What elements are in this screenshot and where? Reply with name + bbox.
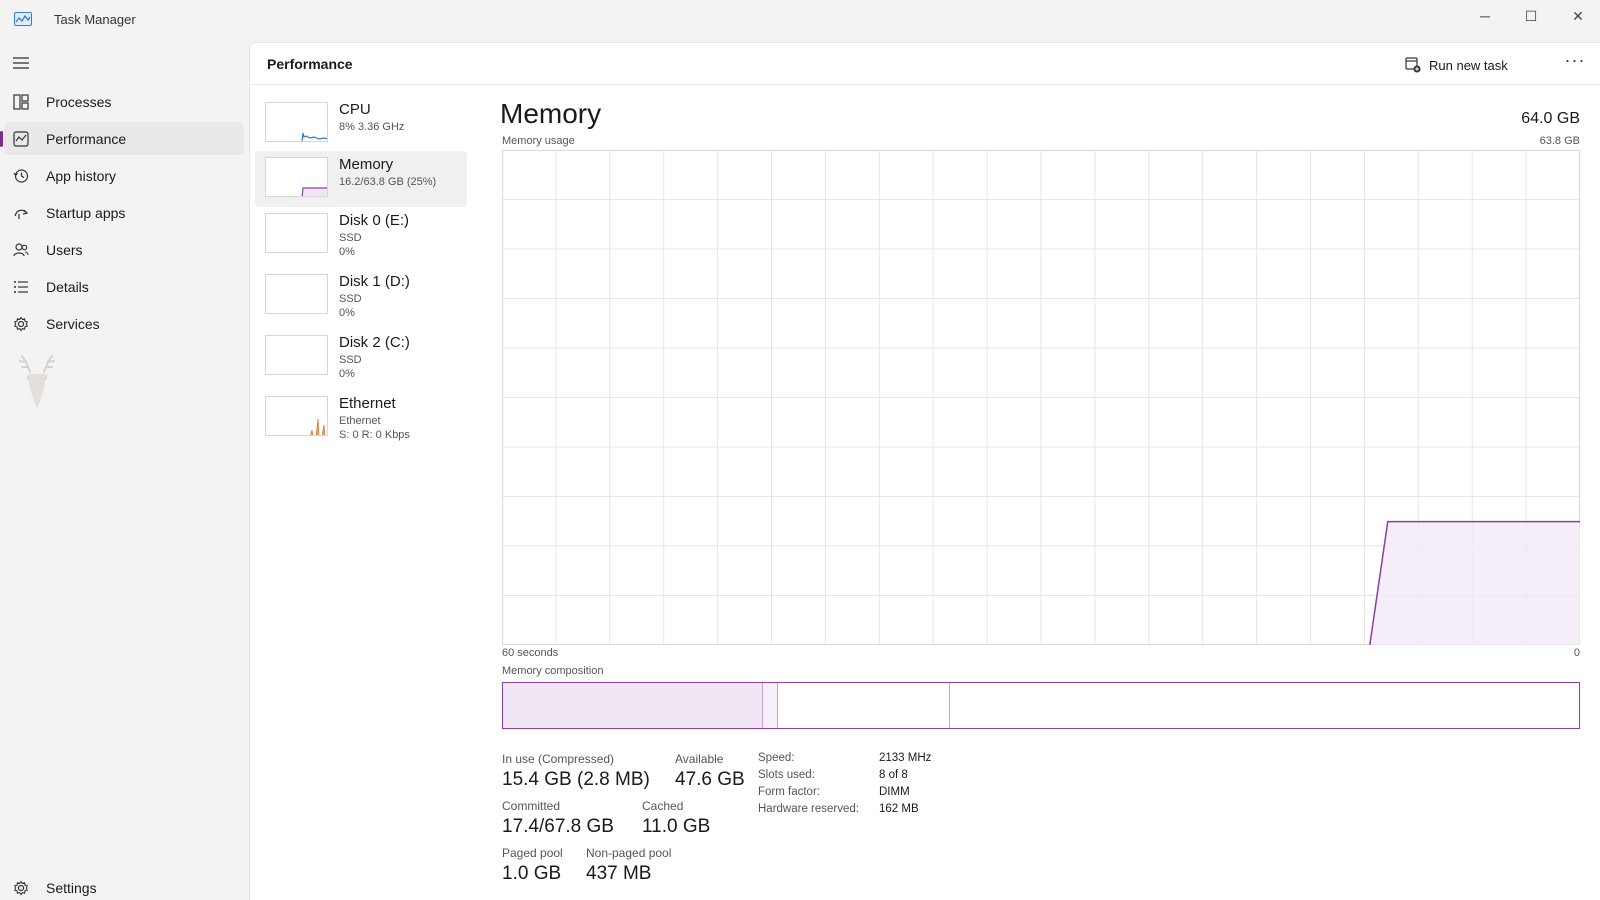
window-title: Task Manager — [54, 12, 136, 27]
committed-label: Committed — [502, 799, 561, 813]
nav-label-processes: Processes — [46, 93, 112, 110]
memory-usage-area — [1369, 521, 1580, 645]
device-detail: Ethernet — [339, 415, 381, 427]
memory-usage-label: Memory usage — [502, 135, 575, 147]
details-icon — [12, 278, 30, 296]
device-name: Disk 1 (D:) — [339, 273, 410, 290]
non-paged-pool-value: 437 MB — [586, 863, 652, 884]
composition-standby-segment — [778, 683, 950, 728]
in-use-value: 15.4 GB (2.8 MB) — [502, 769, 650, 790]
nav-label-users: Users — [46, 241, 83, 258]
nav-label-services: Services — [46, 315, 100, 332]
memory-title: Memory — [500, 98, 602, 129]
close-button[interactable]: ✕ — [1555, 0, 1600, 32]
nav-label-settings: Settings — [46, 879, 97, 896]
title-bar: Task Manager ─ ☐ ✕ — [0, 0, 1600, 40]
cpu-thumbnail-graph — [265, 102, 328, 142]
spec-speed-value: 2133 MHz — [879, 752, 932, 764]
device-detail: SSD — [339, 293, 362, 305]
nav-item-details[interactable]: Details — [4, 270, 244, 303]
processes-icon — [12, 93, 30, 111]
nav-label-startup-apps: Startup apps — [46, 204, 126, 221]
services-icon — [12, 315, 30, 333]
spec-form-factor-label: Form factor: — [758, 786, 820, 798]
device-detail: 8% 3.36 GHz — [339, 121, 405, 133]
device-name: CPU — [339, 101, 371, 118]
device-detail: SSD — [339, 354, 362, 366]
deer-logo-icon — [19, 355, 55, 408]
ethernet-thumbnail-graph — [265, 396, 328, 436]
cached-label: Cached — [642, 799, 684, 813]
x-axis-start-label: 60 seconds — [502, 647, 559, 659]
memory-composition-label: Memory composition — [502, 665, 604, 677]
nav-item-processes[interactable]: Processes — [4, 85, 244, 118]
committed-value: 17.4/67.8 GB — [502, 816, 614, 837]
composition-in-use-segment — [503, 683, 764, 728]
task-manager-icon — [14, 12, 32, 26]
device-detail: 0% — [339, 246, 355, 258]
x-axis-end-label: 0 — [1573, 647, 1580, 659]
nav-item-users[interactable]: Users — [4, 233, 244, 266]
device-detail: 16.2/63.8 GB (25%) — [339, 176, 437, 188]
run-new-task-label: Run new task — [1429, 57, 1508, 73]
paged-pool-value: 1.0 GB — [502, 863, 562, 884]
spec-hw-reserved-value: 162 MB — [879, 803, 919, 815]
page-header: Performance Run new task ··· — [250, 43, 1600, 85]
spec-slots-value: 8 of 8 — [879, 769, 908, 781]
more-options-button[interactable]: ··· — [1563, 51, 1587, 75]
device-item-disk-0[interactable]: Disk 0 (E:) SSD 0% — [255, 207, 467, 263]
memory-usage-chart — [502, 150, 1580, 645]
run-task-icon — [1405, 57, 1421, 73]
paged-pool-label: Paged pool — [502, 846, 563, 860]
spec-slots-label: Slots used: — [758, 769, 815, 781]
maximize-button[interactable]: ☐ — [1508, 0, 1554, 32]
users-icon — [12, 241, 30, 259]
disk-2-thumbnail-graph — [265, 335, 328, 375]
in-use-label: In use (Compressed) — [502, 752, 615, 766]
device-item-ethernet[interactable]: Ethernet Ethernet S: 0 R: 0 Kbps — [255, 390, 467, 446]
spec-hw-reserved-label: Hardware reserved: — [758, 803, 859, 815]
device-item-memory[interactable]: Memory 16.2/63.8 GB (25%) — [255, 151, 467, 207]
available-label: Available — [675, 752, 724, 766]
nav-item-performance[interactable]: Performance — [0, 122, 244, 155]
memory-total: 64.0 GB — [1521, 110, 1580, 127]
non-paged-pool-label: Non-paged pool — [586, 846, 672, 860]
device-name: Memory — [339, 156, 394, 173]
device-name: Ethernet — [339, 395, 396, 412]
composition-modified-segment — [763, 683, 779, 728]
minimize-button[interactable]: ─ — [1462, 0, 1508, 32]
nav-label-performance: Performance — [46, 130, 127, 147]
device-detail: 0% — [339, 307, 355, 319]
nav-item-app-history[interactable]: App history — [4, 159, 244, 192]
memory-usage-max: 63.8 GB — [1539, 135, 1580, 147]
nav-label-details: Details — [46, 278, 89, 295]
cached-value: 11.0 GB — [642, 816, 711, 837]
nav-item-services[interactable]: Services — [4, 307, 244, 340]
nav-label-app-history: App history — [46, 167, 117, 184]
nav-item-startup-apps[interactable]: Startup apps — [4, 196, 244, 229]
page-title: Performance — [267, 56, 353, 72]
spec-form-factor-value: DIMM — [879, 786, 910, 798]
settings-gear-icon — [12, 879, 30, 897]
device-name: Disk 2 (C:) — [339, 334, 410, 351]
spec-speed-label: Speed: — [758, 752, 795, 764]
disk-0-thumbnail-graph — [265, 213, 328, 253]
device-item-cpu[interactable]: CPU 8% 3.36 GHz — [255, 96, 467, 152]
device-name: Disk 0 (E:) — [339, 212, 410, 229]
device-item-disk-2[interactable]: Disk 2 (C:) SSD 0% — [255, 329, 467, 385]
startup-icon — [12, 204, 30, 222]
device-detail: S: 0 R: 0 Kbps — [339, 429, 410, 441]
nav-item-settings[interactable]: Settings — [4, 871, 244, 900]
device-detail: SSD — [339, 232, 362, 244]
available-value: 47.6 GB — [675, 769, 745, 790]
performance-icon — [12, 130, 30, 148]
hamburger-menu-icon[interactable] — [12, 55, 30, 71]
run-new-task-button[interactable]: Run new task — [1405, 54, 1508, 76]
device-detail: 0% — [339, 368, 355, 380]
memory-composition-bar — [502, 682, 1580, 729]
disk-1-thumbnail-graph — [265, 274, 328, 314]
device-item-disk-1[interactable]: Disk 1 (D:) SSD 0% — [255, 268, 467, 324]
history-icon — [12, 167, 30, 185]
memory-thumbnail-graph — [265, 157, 328, 197]
